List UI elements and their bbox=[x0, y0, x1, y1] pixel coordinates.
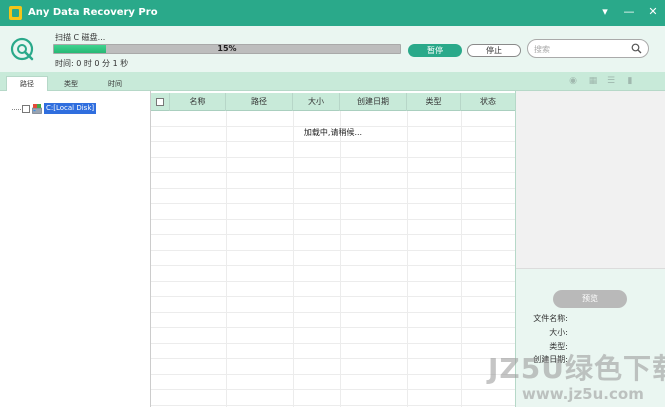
elapsed-time-label: 时间: 0 时 0 分 1 秒 bbox=[55, 59, 129, 68]
file-table: 名称 路径 大小 创建日期 类型 状态 加载中,请稍候... bbox=[151, 91, 515, 407]
scan-header: 扫描 C 磁盘... 15% 时间: 0 时 0 分 1 秒 暂停 停止 bbox=[0, 26, 665, 72]
column-header-status[interactable]: 状态 bbox=[461, 93, 515, 111]
scan-progress-bar: 15% bbox=[53, 44, 401, 54]
scan-magnifier-icon bbox=[10, 37, 34, 61]
header-select-cell bbox=[151, 93, 170, 111]
title-bar: Any Data Recovery Pro ▾ — ✕ bbox=[0, 0, 665, 26]
column-divider bbox=[461, 111, 462, 407]
loading-text: 加载中,请稍候... bbox=[303, 128, 363, 137]
list-view-icon[interactable]: ☰ bbox=[606, 76, 616, 86]
table-header: 名称 路径 大小 创建日期 类型 状态 bbox=[151, 93, 515, 111]
tab-strip: 路径 类型 时间 ◉ ▦ ☰ ▮ bbox=[0, 72, 665, 92]
column-divider bbox=[340, 111, 341, 407]
column-header-name[interactable]: 名称 bbox=[170, 93, 226, 111]
app-logo-icon bbox=[9, 6, 22, 20]
watermark-url: www.jz5u.com bbox=[522, 385, 644, 403]
grid-view-icon[interactable]: ▦ bbox=[588, 76, 598, 86]
search-input[interactable] bbox=[534, 43, 632, 55]
pause-button[interactable]: 暂停 bbox=[408, 44, 462, 57]
preview-button[interactable]: 预览 bbox=[553, 290, 627, 308]
file-name-label: 文件名称: bbox=[533, 314, 568, 323]
file-size-label: 大小: bbox=[549, 328, 568, 337]
tab-type[interactable]: 类型 bbox=[50, 77, 92, 91]
tab-time[interactable]: 时间 bbox=[94, 77, 136, 91]
scan-status-label: 扫描 C 磁盘... bbox=[55, 33, 106, 42]
app-title: Any Data Recovery Pro bbox=[28, 7, 158, 18]
stop-button[interactable]: 停止 bbox=[467, 44, 521, 57]
eye-icon[interactable]: ◉ bbox=[568, 76, 578, 86]
column-divider bbox=[293, 111, 294, 407]
preview-area bbox=[516, 91, 665, 269]
scan-progress-text: 15% bbox=[217, 44, 237, 53]
tree-item-local-disk[interactable]: C:[Local Disk] bbox=[44, 103, 97, 114]
menu-dropdown-icon[interactable]: ▾ bbox=[597, 4, 613, 20]
column-header-created[interactable]: 创建日期 bbox=[340, 93, 407, 111]
column-divider bbox=[226, 111, 227, 407]
column-header-path[interactable]: 路径 bbox=[226, 93, 293, 111]
search-box bbox=[527, 39, 649, 58]
column-divider bbox=[407, 111, 408, 407]
watermark-logo: JZ5U绿色下载 bbox=[488, 352, 665, 385]
tree-checkbox[interactable] bbox=[22, 105, 30, 113]
disk-icon bbox=[32, 104, 42, 114]
minimize-icon[interactable]: — bbox=[621, 4, 637, 20]
tab-path[interactable]: 路径 bbox=[6, 76, 48, 92]
tree-connector bbox=[12, 109, 21, 110]
column-header-size[interactable]: 大小 bbox=[293, 93, 340, 111]
select-all-checkbox[interactable] bbox=[156, 98, 164, 106]
close-icon[interactable]: ✕ bbox=[645, 4, 661, 20]
detail-view-icon[interactable]: ▮ bbox=[625, 76, 635, 86]
search-icon[interactable] bbox=[631, 43, 642, 54]
column-header-type[interactable]: 类型 bbox=[407, 93, 461, 111]
folder-tree-panel: C:[Local Disk] bbox=[0, 91, 151, 407]
